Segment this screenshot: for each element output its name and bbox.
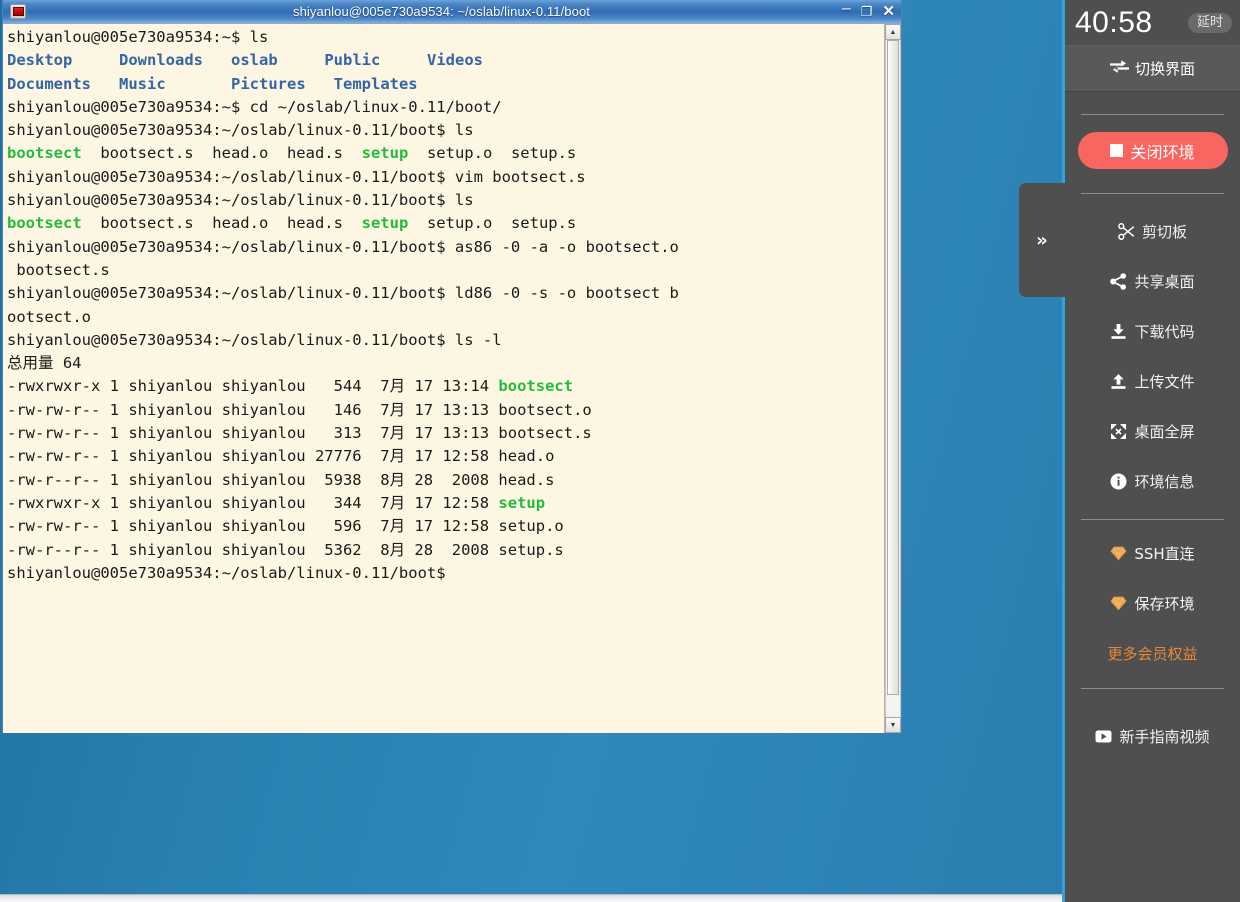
terminal-titlebar[interactable]: shiyanlou@005e730a9534: ~/oslab/linux-0.… bbox=[3, 0, 901, 23]
switch-ui-button[interactable]: 切换界面 bbox=[1065, 45, 1240, 92]
diamond-icon bbox=[1110, 595, 1127, 612]
terminal-scrollbar[interactable]: ▲ ▼ bbox=[884, 24, 901, 733]
sidebar-item-label: 上传文件 bbox=[1134, 372, 1195, 391]
diamond-icon bbox=[1110, 545, 1127, 562]
sidebar-item-desktop-fullscreen[interactable]: 桌面全屏 bbox=[1065, 406, 1240, 456]
upload-icon bbox=[1110, 373, 1127, 390]
sidebar-item-label: 共享桌面 bbox=[1134, 272, 1195, 291]
sidebar-item-ssh[interactable]: SSH直连 bbox=[1065, 528, 1240, 578]
sidebar-item-label: 环境信息 bbox=[1134, 472, 1195, 491]
sidebar-member-menu: SSH直连 保存环境 更多会员权益 bbox=[1065, 520, 1240, 678]
scroll-down-icon[interactable]: ▼ bbox=[885, 717, 901, 733]
stop-square-icon bbox=[1110, 144, 1124, 157]
close-environment-label: 关闭环境 bbox=[1130, 142, 1195, 162]
sidebar-item-label: 剪切板 bbox=[1141, 222, 1187, 241]
sidebar-item-env-info[interactable]: 环境信息 bbox=[1065, 456, 1240, 506]
window-controls: ‒ ❐ ✕ bbox=[842, 0, 895, 23]
fullscreen-icon bbox=[1110, 423, 1127, 440]
scroll-up-icon[interactable]: ▲ bbox=[885, 24, 901, 40]
info-icon bbox=[1110, 473, 1127, 490]
close-env-wrap: 关闭环境 bbox=[1065, 115, 1240, 185]
extend-time-button[interactable]: 延时 bbox=[1187, 12, 1232, 33]
sidebar-item-save-env[interactable]: 保存环境 bbox=[1065, 578, 1240, 628]
sidebar-item-label: 保存环境 bbox=[1134, 594, 1195, 613]
sidebar-item-label: 下载代码 bbox=[1134, 322, 1195, 341]
control-sidebar: » 40:58 延时 切换界面 关闭环境 剪切板 共享桌面 下载代码 上传文件 … bbox=[1019, 0, 1240, 902]
close-environment-button[interactable]: 关闭环境 bbox=[1077, 132, 1228, 169]
screen-root: shiyanlou@005e730a9534: ~/oslab/linux-0.… bbox=[0, 0, 1240, 902]
scrollbar-thumb[interactable] bbox=[887, 40, 899, 695]
sidebar-clock-row: 40:58 延时 bbox=[1065, 0, 1240, 45]
sidebar-item-clipboard[interactable]: 剪切板 bbox=[1065, 206, 1240, 256]
terminal-screen[interactable]: shiyanlou@005e730a9534:~$ ls Desktop Dow… bbox=[3, 24, 884, 733]
session-timer: 40:58 bbox=[1075, 5, 1153, 39]
sidebar-item-label: 桌面全屏 bbox=[1134, 422, 1195, 441]
sidebar-guide-menu: 新手指南视频 bbox=[1065, 689, 1240, 761]
video-icon bbox=[1095, 728, 1112, 745]
switch-ui-label: 切换界面 bbox=[1134, 60, 1195, 78]
sidebar-item-download-code[interactable]: 下载代码 bbox=[1065, 306, 1240, 356]
sidebar-item-share-desktop[interactable]: 共享桌面 bbox=[1065, 256, 1240, 306]
terminal-window: shiyanlou@005e730a9534: ~/oslab/linux-0.… bbox=[2, 0, 902, 733]
terminal-window-title: shiyanlou@005e730a9534: ~/oslab/linux-0.… bbox=[292, 4, 590, 19]
sidebar-item-guide-video[interactable]: 新手指南视频 bbox=[1065, 711, 1240, 761]
scissors-icon bbox=[1118, 222, 1135, 240]
download-icon bbox=[1110, 323, 1127, 340]
sidebar-item-label: 新手指南视频 bbox=[1119, 727, 1210, 746]
sidebar-item-more-benefits[interactable]: 更多会员权益 bbox=[1065, 628, 1240, 678]
scrollbar-track[interactable] bbox=[885, 40, 901, 717]
sidebar-item-label: SSH直连 bbox=[1134, 544, 1195, 563]
maximize-icon[interactable]: ❐ bbox=[861, 5, 873, 18]
terminal-body: shiyanlou@005e730a9534:~$ ls Desktop Dow… bbox=[3, 23, 901, 733]
sidebar-item-upload-file[interactable]: 上传文件 bbox=[1065, 356, 1240, 406]
close-icon[interactable]: ✕ bbox=[882, 4, 895, 19]
switch-arrows-icon bbox=[1109, 59, 1129, 78]
desktop-taskbar bbox=[0, 894, 1062, 902]
share-icon bbox=[1110, 272, 1127, 290]
terminal-output: shiyanlou@005e730a9534:~$ ls Desktop Dow… bbox=[7, 28, 679, 582]
more-benefits-label: 更多会员权益 bbox=[1107, 644, 1198, 663]
minimize-icon[interactable]: ‒ bbox=[842, 0, 851, 17]
sidebar-collapse-handle[interactable]: » bbox=[1019, 183, 1065, 297]
terminal-icon bbox=[10, 4, 26, 19]
sidebar-menu: 剪切板 共享桌面 下载代码 上传文件 桌面全屏 环境信息 bbox=[1065, 194, 1240, 506]
